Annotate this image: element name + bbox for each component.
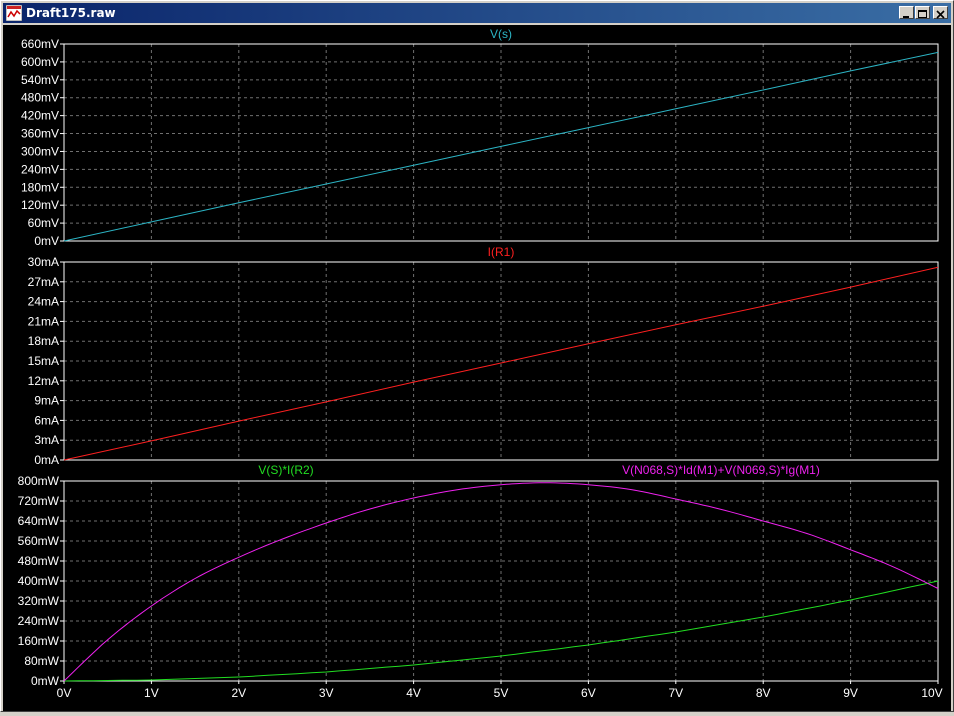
- y-tick-label: 30mA: [28, 255, 59, 269]
- x-tick-label: 9V: [843, 686, 858, 700]
- y-tick-label: 540mV: [21, 73, 59, 87]
- x-tick-label: 4V: [406, 686, 421, 700]
- y-tick-label: 240mW: [18, 614, 60, 628]
- y-tick-label: 12mA: [28, 374, 59, 388]
- y-tick-label: 3mA: [34, 433, 59, 447]
- x-tick-label: 1V: [144, 686, 159, 700]
- y-tick-label: 420mV: [21, 109, 59, 123]
- x-tick-label: 3V: [319, 686, 334, 700]
- y-tick-label: 6mA: [34, 413, 59, 427]
- y-tick-label: 9mA: [34, 394, 59, 408]
- y-tick-label: 360mV: [21, 127, 59, 141]
- y-tick-label: 240mV: [21, 162, 59, 176]
- minimize-icon: [903, 16, 909, 18]
- y-tick-label: 720mW: [18, 494, 60, 508]
- waveform-app-icon: [6, 5, 22, 21]
- x-tick-label: 2V: [231, 686, 246, 700]
- maximize-button[interactable]: [915, 6, 930, 19]
- x-tick-label: 5V: [494, 686, 509, 700]
- y-tick-label: 400mW: [18, 574, 60, 588]
- y-tick-label: 160mW: [18, 634, 60, 648]
- x-tick-label: 10V: [921, 686, 942, 700]
- y-tick-label: 320mW: [18, 594, 60, 608]
- pane-title[interactable]: I(R1): [488, 245, 515, 259]
- x-tick-label: 8V: [756, 686, 771, 700]
- y-tick-label: 660mV: [21, 37, 59, 51]
- minimize-button[interactable]: [899, 6, 914, 19]
- close-button[interactable]: [933, 6, 948, 19]
- app-window: Draft175.raw 660mV 600mV 540mV 480mV 420mV 36…: [0, 0, 954, 712]
- y-tick-label: 300mV: [21, 144, 59, 158]
- x-tick-label: 6V: [581, 686, 596, 700]
- y-tick-label: 15mA: [28, 354, 59, 368]
- trace-label[interactable]: V(S)*I(R2): [258, 463, 313, 477]
- y-tick-label: 640mW: [18, 514, 60, 528]
- maximize-icon: [918, 10, 927, 18]
- x-tick-label: 0V: [57, 686, 72, 700]
- y-tick-label: 120mV: [21, 198, 59, 212]
- y-tick-label: 80mW: [24, 654, 59, 668]
- y-tick-label: 18mA: [28, 334, 59, 348]
- y-tick-label: 0mV: [34, 234, 59, 248]
- y-tick-label: 0mA: [34, 453, 59, 467]
- y-tick-label: 21mA: [28, 314, 59, 328]
- close-icon: [936, 10, 945, 19]
- y-tick-label: 60mV: [28, 216, 59, 230]
- y-tick-label: 800mW: [18, 474, 60, 488]
- y-tick-label: 24mA: [28, 295, 59, 309]
- trace-label[interactable]: V(N068,S)*Id(M1)+V(N069,S)*Ig(M1): [622, 463, 820, 477]
- title-bar[interactable]: Draft175.raw: [3, 3, 951, 23]
- x-tick-label: 7V: [668, 686, 683, 700]
- window-title: Draft175.raw: [26, 6, 116, 20]
- plot-area[interactable]: 660mV 600mV 540mV 480mV 420mV 360mV 300mV 240mV…: [3, 25, 951, 711]
- pane-title[interactable]: V(s): [490, 27, 512, 41]
- y-tick-label: 560mW: [18, 534, 60, 548]
- waveform-plots[interactable]: 660mV 600mV 540mV 480mV 420mV 360mV 300mV 240mV…: [3, 25, 951, 711]
- y-tick-label: 480mW: [18, 554, 60, 568]
- y-tick-label: 180mV: [21, 180, 59, 194]
- y-tick-label: 0mW: [31, 674, 60, 688]
- y-tick-label: 480mV: [21, 91, 59, 105]
- y-tick-label: 27mA: [28, 275, 59, 289]
- y-tick-label: 600mV: [21, 55, 59, 69]
